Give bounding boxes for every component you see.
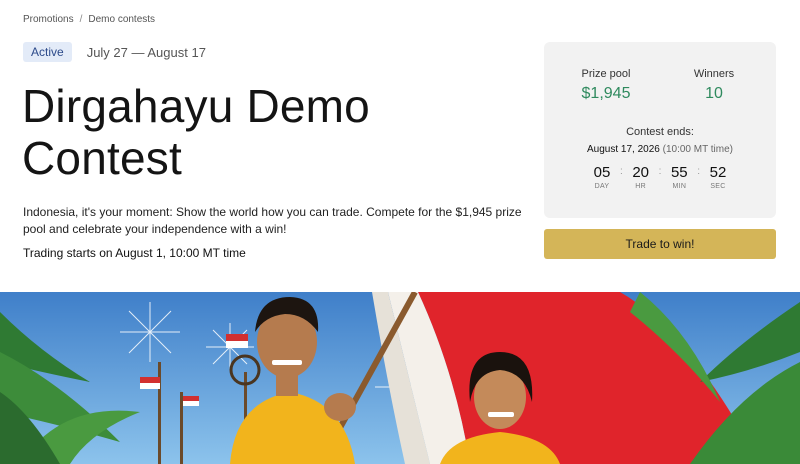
countdown-hours-label: HR: [635, 183, 647, 190]
countdown-timer: 05 DAY : 20 HR : 55 MIN : 52 SEC: [588, 164, 732, 190]
hero-banner-illustration: [0, 292, 800, 464]
countdown-seconds-label: SEC: [710, 183, 726, 190]
countdown-days-value: 05: [593, 164, 611, 181]
breadcrumb-separator: /: [79, 14, 83, 25]
countdown-seconds-value: 52: [709, 164, 727, 181]
trade-to-win-button[interactable]: Trade to win!: [544, 229, 776, 259]
countdown-hours-value: 20: [632, 164, 649, 181]
contest-dates: July 27 — August 17: [86, 44, 206, 60]
countdown-hours: 20 HR: [627, 164, 655, 190]
winners-value: 10: [705, 85, 723, 102]
hero-banner: [0, 292, 800, 464]
countdown-separator: :: [697, 166, 701, 177]
status-row: Active July 27 — August 17: [23, 42, 206, 62]
countdown-minutes-value: 55: [670, 164, 688, 181]
countdown-days-label: DAY: [594, 183, 610, 190]
countdown-separator: :: [658, 166, 662, 177]
prize-pool-stat: Prize pool $1,945: [556, 68, 656, 103]
countdown-separator: :: [619, 166, 623, 177]
contest-ends-label: Contest ends:: [626, 126, 694, 138]
countdown-minutes: 55 MIN: [665, 164, 693, 190]
contest-ends-date: August 17, 2026 (10:00 MT time): [544, 144, 776, 155]
countdown-days: 05 DAY: [588, 164, 616, 190]
winners-label: Winners: [693, 68, 735, 80]
contest-ends-date-value: August 17, 2026: [586, 144, 660, 155]
prize-pool-value: $1,945: [581, 85, 631, 102]
breadcrumb: Promotions / Demo contests: [23, 14, 155, 25]
countdown-minutes-label: MIN: [672, 183, 687, 190]
status-badge: Active: [23, 42, 72, 62]
prize-pool-label: Prize pool: [581, 68, 631, 80]
page-title: Dirgahayu Demo Contest: [22, 80, 370, 184]
breadcrumb-demo-contests[interactable]: Demo contests: [88, 14, 155, 25]
contest-ends-timezone: (10:00 MT time): [662, 144, 733, 155]
trading-start-text: Trading starts on August 1, 10:00 MT tim…: [23, 246, 246, 260]
breadcrumb-promotions[interactable]: Promotions: [23, 14, 74, 25]
winners-stat: Winners 10: [664, 68, 764, 103]
contest-description: Indonesia, it's your moment: Show the wo…: [23, 205, 522, 236]
contest-info-card: Prize pool $1,945 Winners 10 Contest end…: [544, 42, 776, 218]
countdown-seconds: 52 SEC: [704, 164, 732, 190]
